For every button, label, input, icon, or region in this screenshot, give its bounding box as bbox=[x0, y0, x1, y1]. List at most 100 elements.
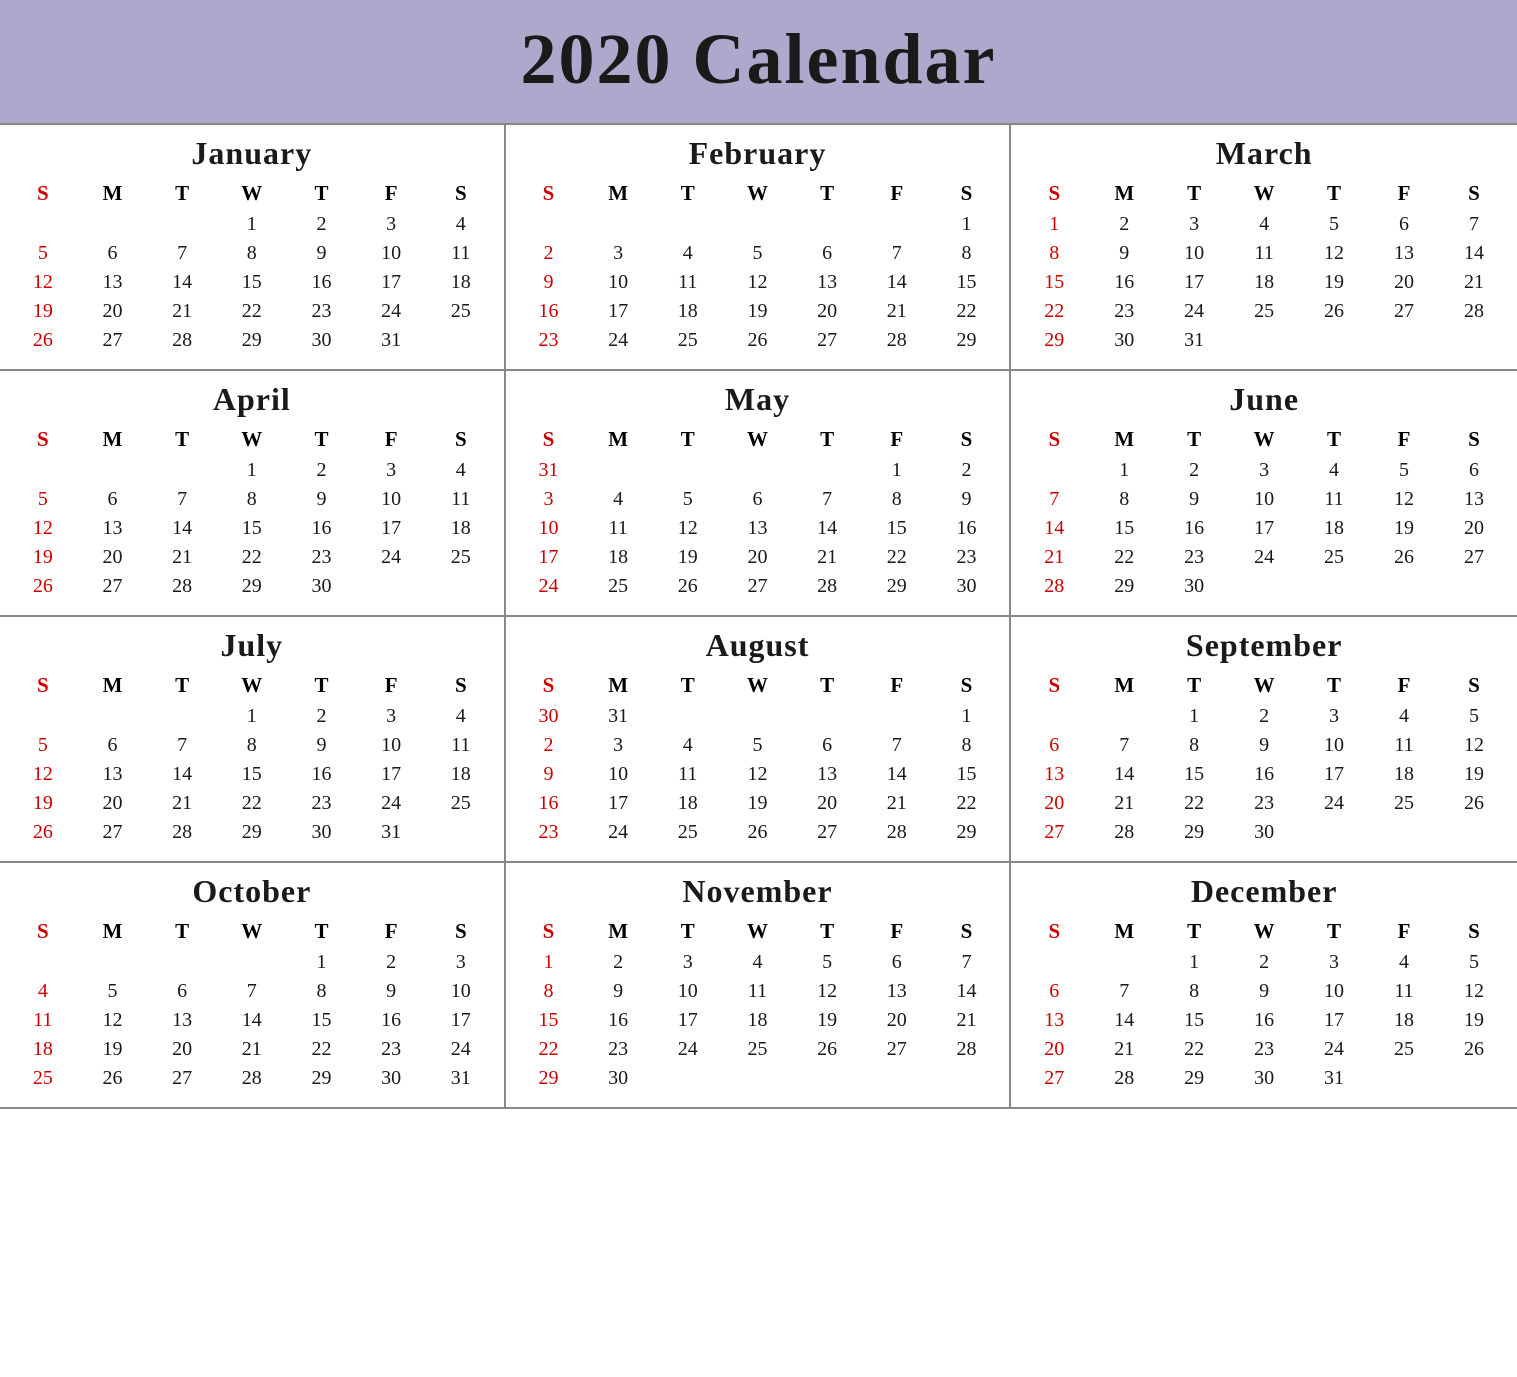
day-cell: 28 bbox=[217, 1064, 287, 1093]
day-header: F bbox=[1369, 916, 1439, 948]
day-cell: 11 bbox=[8, 1006, 78, 1035]
day-cell: 13 bbox=[862, 977, 932, 1006]
day-cell: 23 bbox=[1229, 1035, 1299, 1064]
day-header: F bbox=[356, 424, 426, 456]
day-cell: 18 bbox=[1369, 1006, 1439, 1035]
day-cell: 2 bbox=[514, 731, 584, 760]
day-cell: 1 bbox=[287, 948, 357, 977]
day-cell bbox=[147, 948, 217, 977]
day-cell bbox=[1089, 948, 1159, 977]
day-header: T bbox=[653, 178, 723, 210]
day-cell: 24 bbox=[356, 297, 426, 326]
day-cell: 27 bbox=[1369, 297, 1439, 326]
month-name: September bbox=[1019, 627, 1509, 664]
week-row: 9101112131415 bbox=[514, 760, 1002, 789]
day-cell: 12 bbox=[653, 514, 723, 543]
day-cell bbox=[653, 456, 723, 485]
day-cell: 7 bbox=[862, 731, 932, 760]
day-cell bbox=[8, 948, 78, 977]
day-header: S bbox=[1019, 670, 1089, 702]
day-cell: 30 bbox=[1159, 572, 1229, 601]
day-cell: 8 bbox=[1159, 977, 1229, 1006]
day-cell: 17 bbox=[1159, 268, 1229, 297]
day-cell bbox=[583, 456, 653, 485]
day-cell: 7 bbox=[1439, 210, 1509, 239]
day-header: W bbox=[1229, 178, 1299, 210]
day-cell bbox=[723, 1064, 793, 1093]
day-cell bbox=[1019, 456, 1089, 485]
day-cell: 30 bbox=[287, 326, 357, 355]
day-cell: 19 bbox=[8, 789, 78, 818]
day-header: T bbox=[792, 916, 862, 948]
week-row: 78910111213 bbox=[1019, 485, 1509, 514]
month-name: January bbox=[8, 135, 496, 172]
day-cell: 18 bbox=[1369, 760, 1439, 789]
day-cell: 28 bbox=[1089, 818, 1159, 847]
day-cell bbox=[8, 456, 78, 485]
day-cell: 8 bbox=[932, 731, 1002, 760]
week-row: 2930 bbox=[514, 1064, 1002, 1093]
day-header: F bbox=[1369, 424, 1439, 456]
week-row: 293031 bbox=[1019, 326, 1509, 355]
week-row: 123456 bbox=[1019, 456, 1509, 485]
day-cell bbox=[1439, 326, 1509, 355]
day-cell: 8 bbox=[287, 977, 357, 1006]
week-row: 567891011 bbox=[8, 731, 496, 760]
day-cell: 25 bbox=[1369, 789, 1439, 818]
day-cell: 27 bbox=[1019, 818, 1089, 847]
day-cell: 25 bbox=[426, 789, 496, 818]
day-cell: 25 bbox=[723, 1035, 793, 1064]
month-block-october: OctoberSMTWTFS12345678910111213141516171… bbox=[0, 863, 506, 1109]
week-row: 11121314151617 bbox=[8, 1006, 496, 1035]
day-header: T bbox=[147, 178, 217, 210]
day-cell: 3 bbox=[1299, 702, 1369, 731]
day-cell: 19 bbox=[78, 1035, 148, 1064]
day-cell: 20 bbox=[78, 789, 148, 818]
day-cell: 10 bbox=[583, 268, 653, 297]
day-cell: 29 bbox=[1019, 326, 1089, 355]
day-header: S bbox=[932, 670, 1002, 702]
day-cell: 18 bbox=[426, 514, 496, 543]
day-cell: 24 bbox=[583, 818, 653, 847]
day-cell: 14 bbox=[1019, 514, 1089, 543]
day-cell: 5 bbox=[1299, 210, 1369, 239]
week-row: 20212223242526 bbox=[1019, 789, 1509, 818]
day-cell: 30 bbox=[514, 702, 584, 731]
day-cell: 11 bbox=[1229, 239, 1299, 268]
day-cell: 5 bbox=[8, 485, 78, 514]
day-header: T bbox=[653, 424, 723, 456]
day-cell: 4 bbox=[1299, 456, 1369, 485]
day-header: S bbox=[514, 670, 584, 702]
day-cell: 16 bbox=[356, 1006, 426, 1035]
day-cell: 6 bbox=[1019, 977, 1089, 1006]
day-cell: 10 bbox=[1299, 977, 1369, 1006]
day-header: S bbox=[932, 916, 1002, 948]
day-cell: 4 bbox=[1369, 948, 1439, 977]
day-header: S bbox=[426, 424, 496, 456]
week-row: 123 bbox=[8, 948, 496, 977]
day-cell: 11 bbox=[653, 268, 723, 297]
month-name: December bbox=[1019, 873, 1509, 910]
day-cell: 22 bbox=[1159, 789, 1229, 818]
day-cell: 20 bbox=[792, 789, 862, 818]
week-row: 1234 bbox=[8, 210, 496, 239]
day-cell: 23 bbox=[514, 326, 584, 355]
day-header: M bbox=[1089, 424, 1159, 456]
day-cell: 20 bbox=[1019, 789, 1089, 818]
day-cell: 31 bbox=[356, 818, 426, 847]
day-cell: 30 bbox=[287, 818, 357, 847]
day-cell: 4 bbox=[1369, 702, 1439, 731]
day-cell bbox=[792, 1064, 862, 1093]
day-cell: 19 bbox=[1439, 1006, 1509, 1035]
week-row: 1234 bbox=[8, 456, 496, 485]
day-cell: 2 bbox=[287, 210, 357, 239]
day-cell: 19 bbox=[8, 297, 78, 326]
week-row: 12131415161718 bbox=[8, 268, 496, 297]
day-cell: 17 bbox=[583, 297, 653, 326]
day-header: M bbox=[583, 178, 653, 210]
day-header: M bbox=[1089, 916, 1159, 948]
day-cell: 6 bbox=[78, 731, 148, 760]
day-cell: 14 bbox=[862, 268, 932, 297]
day-cell: 10 bbox=[356, 239, 426, 268]
day-cell: 3 bbox=[1229, 456, 1299, 485]
